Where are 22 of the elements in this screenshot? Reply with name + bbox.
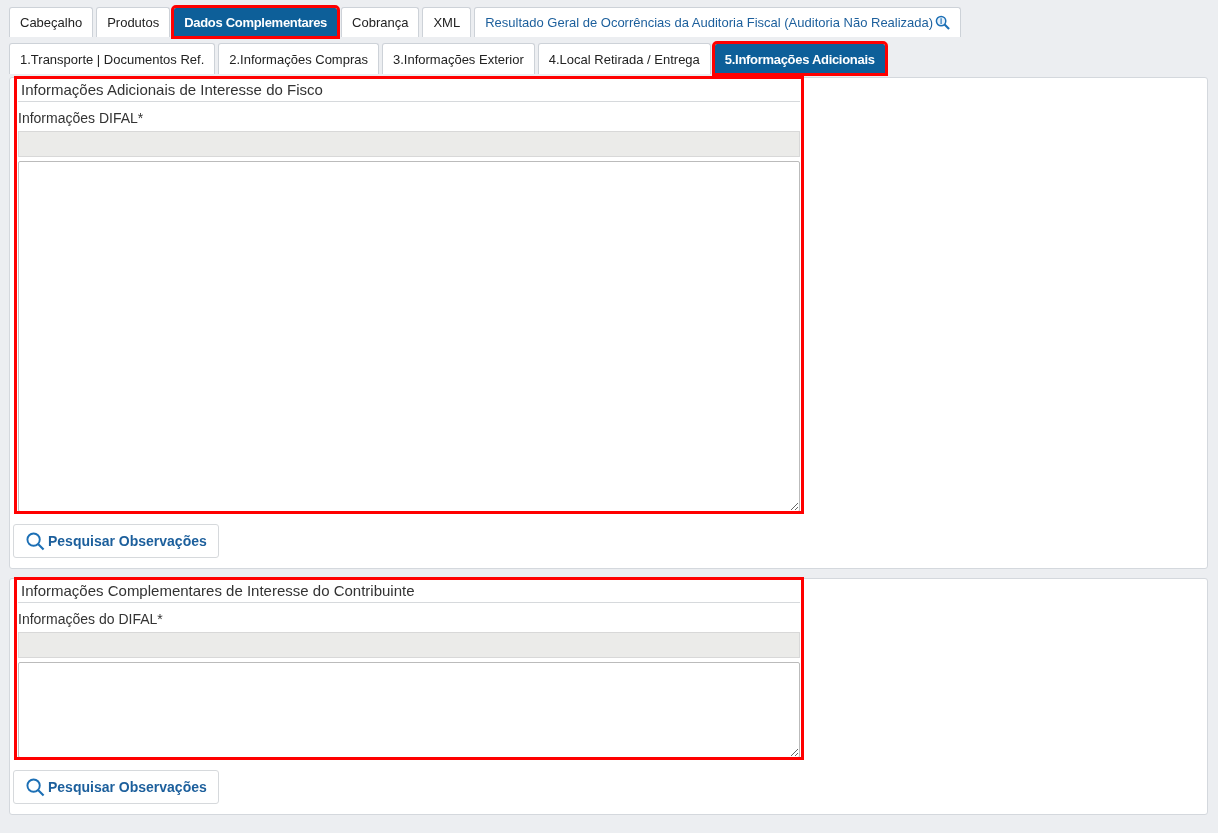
tab[interactable]: Produtos xyxy=(96,7,171,37)
search-button[interactable]: Pesquisar Observações xyxy=(13,524,219,558)
section-title: Informações Adicionais de Interesse do Fisco xyxy=(18,78,800,102)
search-icon xyxy=(26,531,45,551)
tab[interactable]: 1.Transporte | Documentos Ref. xyxy=(9,43,216,74)
search-button[interactable]: Pesquisar Observações xyxy=(13,770,219,804)
text-area[interactable] xyxy=(18,662,800,758)
search-icon xyxy=(26,777,45,797)
section-title: Informações Complementares de Interesse do Contribuinte xyxy=(18,579,800,603)
text-area[interactable] xyxy=(18,161,800,512)
field-label: Informações DIFAL* xyxy=(18,109,145,128)
search-money-icon xyxy=(935,15,951,30)
tab[interactable]: 4.Local Retirada / Entrega xyxy=(537,43,711,74)
tab[interactable]: Dados Complementares xyxy=(173,7,339,37)
field-label: Informações do DIFAL* xyxy=(18,610,164,629)
tab[interactable]: 5.Informações Adicionais xyxy=(713,43,886,74)
tab[interactable]: 3.Informações Exterior xyxy=(382,43,535,74)
tab[interactable]: Resultado Geral de Ocorrências da Auditoria Fiscal (Auditoria Não Realizada) xyxy=(474,7,962,37)
tab[interactable]: 2.Informações Compras xyxy=(218,43,379,74)
tab[interactable]: Cobrança xyxy=(341,7,420,37)
tab[interactable]: Cabeçalho xyxy=(9,7,94,37)
tab[interactable]: XML xyxy=(422,7,472,37)
